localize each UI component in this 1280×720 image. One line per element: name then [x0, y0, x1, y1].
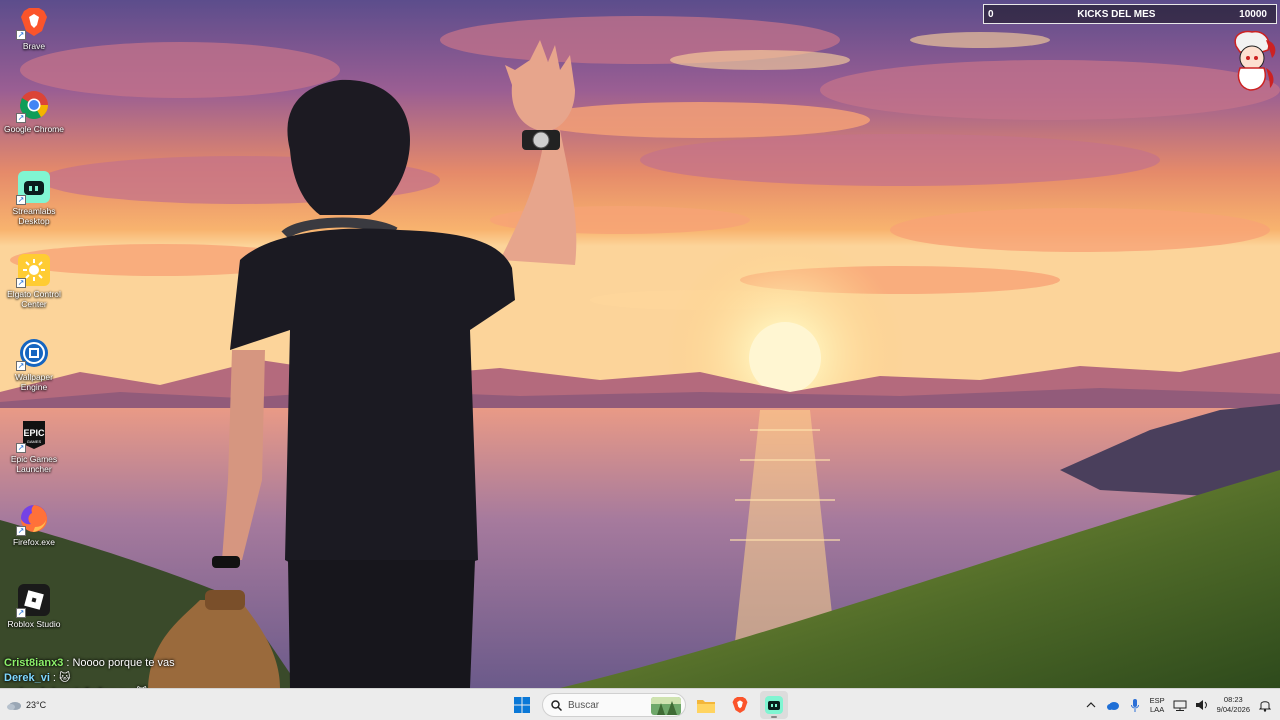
file-explorer-icon — [697, 699, 715, 713]
weather-cloud-icon — [7, 702, 21, 710]
desktop-icon-wallpaper-engine[interactable]: ↗ Wallpaper Engine — [0, 333, 68, 409]
chrome-icon: ↗ — [16, 89, 50, 123]
svg-text:GAMES: GAMES — [27, 439, 42, 444]
search-icon — [551, 699, 562, 711]
desktop-icon-label: Firefox.exe — [12, 537, 56, 547]
weather-widget[interactable]: 23°C — [6, 693, 76, 717]
epic-games-icon: EPIC GAMES ↗ — [16, 419, 50, 453]
chat-text: : 🐱 — [49, 672, 71, 684]
language-code: ESP — [1149, 696, 1165, 705]
desktop-icon-label: Streamlabs Desktop — [12, 206, 56, 226]
taskbar-apps — [508, 689, 788, 720]
active-indicator — [771, 716, 777, 718]
search-input[interactable] — [568, 699, 648, 711]
tray-network[interactable] — [1173, 698, 1187, 712]
firefox-icon: ↗ — [16, 502, 50, 536]
desktop-icon-epic-games[interactable]: EPIC GAMES ↗ Epic Games Launcher — [0, 415, 68, 491]
desktop-icon-streamlabs[interactable]: ↗ Streamlabs Desktop — [0, 167, 68, 243]
streamlabs-icon — [765, 696, 783, 714]
chat-message: Crist8ianx3 : Noooo porque te vas — [4, 656, 175, 671]
goal-title: KICKS DEL MES — [1077, 8, 1156, 20]
notification-bell-icon — [1259, 700, 1271, 712]
keyboard-layout: LAA — [1150, 705, 1165, 714]
elgato-icon: ↗ — [16, 254, 50, 288]
streamlabs-icon: ↗ — [16, 171, 50, 205]
volume-icon — [1195, 700, 1207, 710]
chat-username: Derek_vi — [4, 672, 50, 684]
language-indicator[interactable]: ESP LAA — [1150, 696, 1165, 714]
kick-goal-widget: 0 KICKS DEL MES 10000 — [983, 4, 1277, 24]
taskbar-brave[interactable] — [726, 691, 754, 719]
svg-text:EPIC: EPIC — [23, 428, 45, 438]
clock-time: 08:23 — [1223, 695, 1243, 704]
desktop-icon-label: Roblox Studio — [7, 619, 61, 629]
notification-center-button[interactable] — [1258, 698, 1272, 712]
taskbar: 23°C Buscar ESP LAA 08:23 9/04/2026 — [0, 688, 1280, 720]
taskbar-file-explorer[interactable] — [692, 691, 720, 719]
weather-temperature: 23°C — [26, 700, 47, 710]
chat-username: Crist8ianx3 — [4, 657, 64, 669]
system-tray: ESP LAA 08:23 9/04/2026 — [1084, 689, 1272, 720]
brave-icon — [732, 697, 748, 713]
ethernet-icon — [1173, 700, 1187, 711]
search-highlight-thumbnail — [651, 697, 681, 715]
desktop-icon-brave[interactable]: ↗ Brave — [0, 2, 68, 78]
taskbar-streamlabs[interactable] — [760, 691, 788, 719]
brave-icon: ↗ — [16, 6, 50, 40]
desktop-icon-label: Brave — [22, 41, 46, 51]
desktop-icon-label: Epic Games Launcher — [10, 454, 58, 474]
chevron-up-icon — [1086, 702, 1096, 708]
tray-microphone[interactable] — [1128, 698, 1142, 712]
desktop-wallpaper — [0, 0, 1280, 688]
clock-date: 9/04/2026 — [1216, 705, 1250, 714]
tray-network-app[interactable] — [1106, 698, 1120, 712]
desktop-icon-label: Google Chrome — [3, 124, 64, 134]
start-button[interactable] — [508, 691, 536, 719]
desktop-icon-label: Elgato Control Center — [7, 289, 61, 309]
taskbar-clock[interactable]: 08:23 9/04/2026 — [1217, 695, 1250, 715]
goal-min-value: 0 — [988, 8, 994, 20]
desktop-icon-firefox[interactable]: ↗ Firefox.exe — [0, 498, 68, 574]
cloud-sync-icon — [1106, 702, 1119, 710]
desktop-icon-label: Wallpaper Engine — [15, 372, 53, 392]
wallpaper-engine-icon: ↗ — [16, 337, 50, 371]
show-hidden-icons-button[interactable] — [1084, 698, 1098, 712]
tray-volume[interactable] — [1195, 698, 1209, 712]
chat-text: : Noooo porque te vas — [63, 657, 175, 669]
goal-max-value: 10000 — [1239, 8, 1267, 20]
microphone-icon — [1130, 698, 1139, 712]
desktop-icon-roblox-studio[interactable]: ↗ Roblox Studio — [0, 580, 68, 656]
taskbar-search-box[interactable] — [542, 693, 686, 717]
roblox-studio-icon: ↗ — [16, 584, 50, 618]
mascot-sticker — [1222, 28, 1278, 92]
windows-start-icon — [514, 697, 530, 713]
chat-message: Derek_vi : 🐱 — [4, 671, 175, 686]
desktop-icon-elgato[interactable]: ↗ Elgato Control Center — [0, 250, 68, 326]
desktop-icon-google-chrome[interactable]: ↗ Google Chrome — [0, 85, 68, 161]
